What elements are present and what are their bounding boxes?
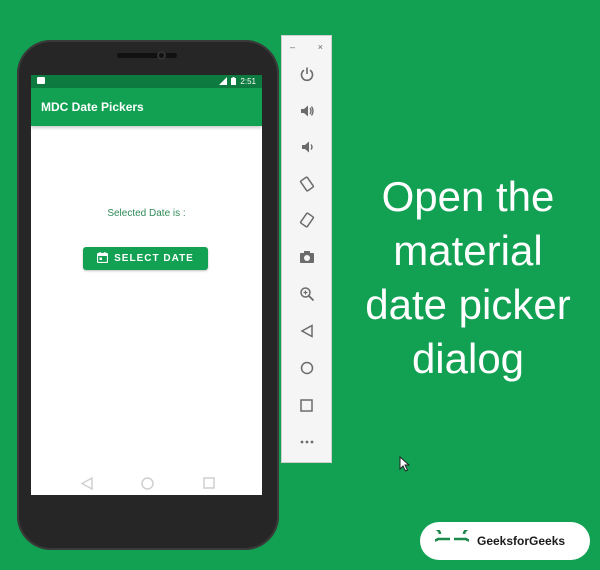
- power-icon: [299, 66, 315, 82]
- status-notification-icon: [37, 77, 45, 86]
- phone-device: 2:51 MDC Date Pickers Selected Date is :: [17, 40, 279, 550]
- more-options-button[interactable]: [282, 430, 331, 454]
- app-title: MDC Date Pickers: [41, 100, 144, 114]
- app-bar: MDC Date Pickers: [31, 88, 262, 126]
- volume-up-button[interactable]: [282, 99, 331, 123]
- caption-line-2: material: [393, 227, 543, 274]
- caption-line-4: dialog: [411, 335, 525, 382]
- caption-line-1: Open the: [381, 173, 555, 220]
- toolbar-window-controls: – ×: [282, 36, 331, 58]
- calendar-icon: [97, 251, 109, 266]
- toolbar-overview-button[interactable]: [282, 393, 331, 417]
- select-date-button[interactable]: SELECT DATE: [83, 247, 208, 270]
- battery-icon: [231, 76, 237, 87]
- toolbar-overview-icon: [300, 398, 313, 412]
- power-button[interactable]: [282, 62, 331, 86]
- rotate-right-icon: [298, 211, 316, 229]
- zoom-icon: [299, 286, 315, 302]
- camera-icon: [299, 250, 315, 264]
- caption-line-3: date picker: [365, 281, 571, 328]
- toolbar-back-icon: [299, 324, 314, 338]
- more-icon: [300, 440, 314, 444]
- volume-down-button[interactable]: [282, 135, 331, 159]
- selected-date-label: Selected Date is :: [107, 208, 186, 219]
- screenshot-button[interactable]: [282, 245, 331, 269]
- mouse-cursor-icon: [399, 455, 411, 477]
- rotate-left-button[interactable]: [282, 172, 331, 196]
- geeksforgeeks-logo-icon: [426, 526, 478, 553]
- phone-screen: 2:51 MDC Date Pickers Selected Date is :: [31, 75, 262, 495]
- home-icon[interactable]: [140, 475, 156, 491]
- logo-text: GeeksforGeeks: [477, 534, 566, 548]
- emulator-toolbar: – ×: [281, 35, 332, 463]
- rotate-left-icon: [298, 175, 316, 193]
- toolbar-home-icon: [300, 361, 314, 375]
- volume-up-icon: [299, 103, 315, 119]
- app-content: Selected Date is : SELECT DATE: [31, 126, 262, 495]
- recents-icon[interactable]: [201, 475, 217, 491]
- status-time: 2:51: [240, 77, 256, 86]
- caption-text: Open the material date picker dialog: [336, 170, 600, 386]
- signal-icon: [219, 76, 228, 87]
- toolbar-home-button[interactable]: [282, 356, 331, 380]
- close-button[interactable]: ×: [318, 42, 323, 52]
- android-nav-bar: [17, 458, 279, 508]
- minimize-button[interactable]: –: [290, 42, 295, 52]
- back-icon[interactable]: [79, 475, 95, 491]
- status-bar: 2:51: [31, 75, 262, 88]
- volume-down-icon: [299, 139, 315, 155]
- select-date-label: SELECT DATE: [114, 253, 194, 264]
- toolbar-back-button[interactable]: [282, 319, 331, 343]
- phone-camera: [157, 51, 166, 60]
- rotate-right-button[interactable]: [282, 208, 331, 232]
- zoom-button[interactable]: [282, 282, 331, 306]
- phone-speaker: [117, 53, 177, 58]
- geeksforgeeks-logo: GeeksforGeeks: [420, 522, 590, 560]
